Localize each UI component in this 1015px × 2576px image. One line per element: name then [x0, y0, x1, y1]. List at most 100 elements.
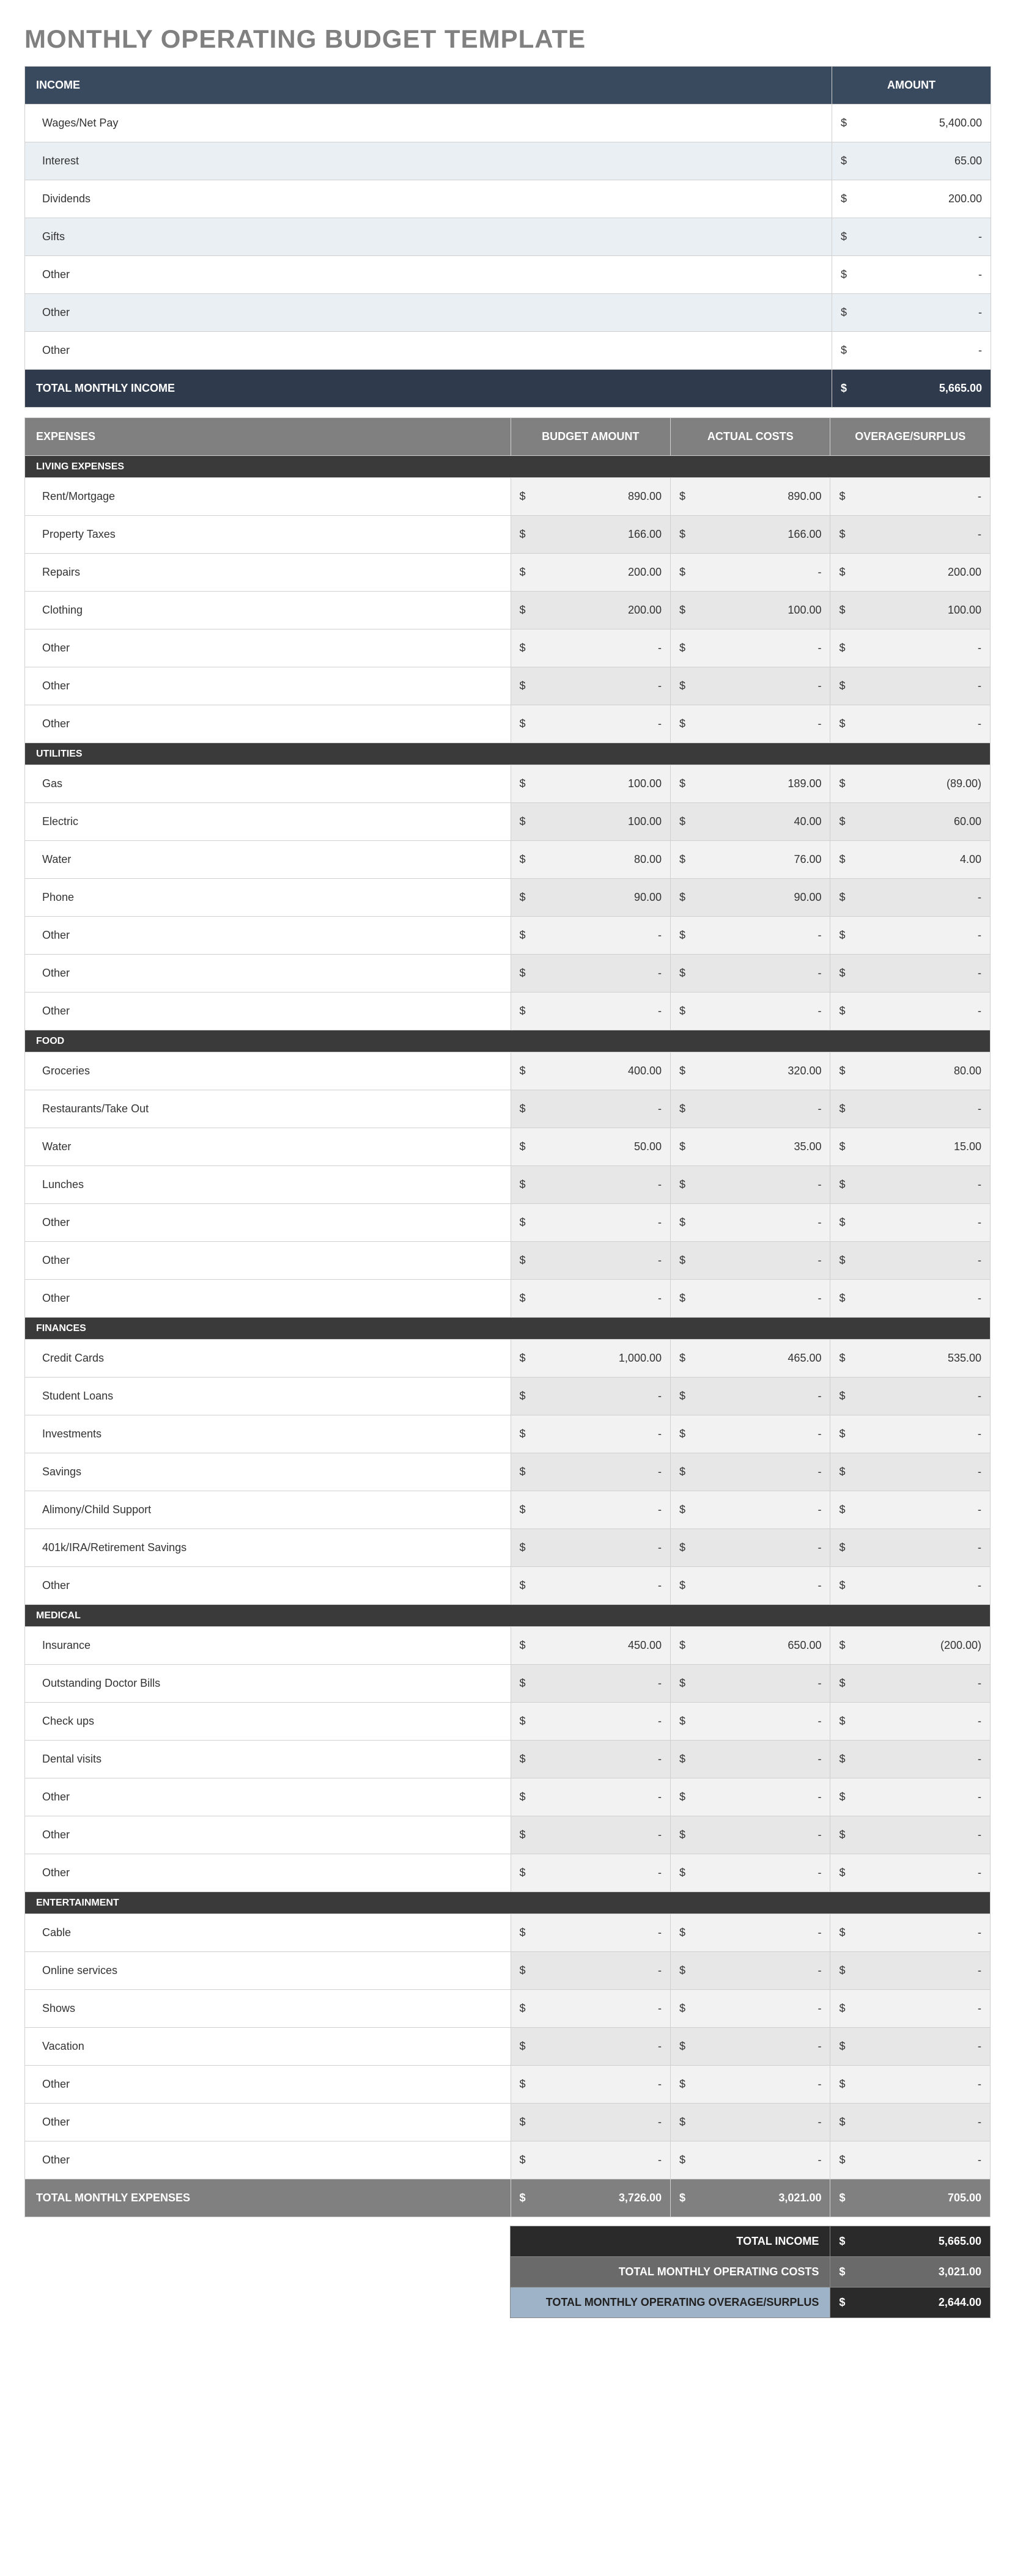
expense-budget-cell[interactable]: $-	[511, 1567, 670, 1605]
expense-budget-cell[interactable]: $-	[511, 1453, 670, 1491]
expense-actual-cell[interactable]: $-	[671, 1378, 830, 1415]
income-row-amount[interactable]: $-	[832, 332, 991, 370]
expense-budget-cell[interactable]: $-	[511, 705, 670, 743]
expense-budget-cell[interactable]: $-	[511, 2028, 670, 2066]
expense-actual-cell[interactable]: $-	[671, 917, 830, 955]
expense-actual-cell[interactable]: $166.00	[671, 516, 830, 554]
income-row-amount[interactable]: $5,400.00	[832, 105, 991, 142]
expense-actual-cell[interactable]: $90.00	[671, 879, 830, 917]
expense-overage-cell: $-	[830, 1854, 991, 1892]
expense-overage-cell: $200.00	[830, 554, 991, 592]
income-row-amount[interactable]: $-	[832, 256, 991, 294]
expense-row: Other$-$-$-	[25, 705, 991, 743]
expense-actual-cell[interactable]: $35.00	[671, 1128, 830, 1166]
expense-actual-cell[interactable]: $-	[671, 1778, 830, 1816]
expense-budget-cell[interactable]: $-	[511, 1529, 670, 1567]
expense-budget-cell[interactable]: $50.00	[511, 1128, 670, 1166]
expense-budget-cell[interactable]: $450.00	[511, 1627, 670, 1665]
expense-actual-cell[interactable]: $-	[671, 1166, 830, 1204]
expense-budget-cell[interactable]: $-	[511, 1854, 670, 1892]
expense-actual-cell[interactable]: $-	[671, 1567, 830, 1605]
expense-budget-cell[interactable]: $-	[511, 1741, 670, 1778]
expense-budget-cell[interactable]: $-	[511, 1703, 670, 1741]
expense-budget-cell[interactable]: $200.00	[511, 592, 670, 629]
expense-actual-cell[interactable]: $-	[671, 554, 830, 592]
income-row-amount[interactable]: $200.00	[832, 180, 991, 218]
expense-actual-cell[interactable]: $-	[671, 1242, 830, 1280]
expense-budget-cell[interactable]: $-	[511, 1914, 670, 1952]
expense-actual-cell[interactable]: $-	[671, 1952, 830, 1990]
expense-budget-cell[interactable]: $-	[511, 2104, 670, 2141]
expense-actual-cell[interactable]: $-	[671, 2028, 830, 2066]
expense-budget-cell[interactable]: $-	[511, 1778, 670, 1816]
expense-actual-cell[interactable]: $-	[671, 1090, 830, 1128]
income-row-amount[interactable]: $-	[832, 294, 991, 332]
expense-actual-cell[interactable]: $-	[671, 1741, 830, 1778]
summary-table: TOTAL INCOME $5,665.00 TOTAL MONTHLY OPE…	[24, 2226, 991, 2318]
expense-budget-cell[interactable]: $-	[511, 1990, 670, 2028]
expense-actual-cell[interactable]: $-	[671, 1665, 830, 1703]
expense-actual-cell[interactable]: $40.00	[671, 803, 830, 841]
expense-budget-cell[interactable]: $1,000.00	[511, 1340, 670, 1378]
expense-budget-cell[interactable]: $-	[511, 917, 670, 955]
expense-budget-cell[interactable]: $-	[511, 1952, 670, 1990]
expense-actual-cell[interactable]: $76.00	[671, 841, 830, 879]
expense-budget-cell[interactable]: $-	[511, 1204, 670, 1242]
expense-row-label: Other	[25, 2104, 511, 2141]
expense-budget-cell[interactable]: $-	[511, 629, 670, 667]
expense-actual-cell[interactable]: $-	[671, 1280, 830, 1318]
expense-budget-cell[interactable]: $-	[511, 1280, 670, 1318]
expenses-total-actual: $3,021.00	[671, 2179, 830, 2217]
expense-actual-cell[interactable]: $-	[671, 955, 830, 993]
expense-actual-cell[interactable]: $-	[671, 1854, 830, 1892]
expense-actual-cell[interactable]: $100.00	[671, 592, 830, 629]
expense-actual-cell[interactable]: $-	[671, 1415, 830, 1453]
expense-budget-cell[interactable]: $-	[511, 1242, 670, 1280]
expense-budget-cell[interactable]: $100.00	[511, 803, 670, 841]
expense-budget-cell[interactable]: $-	[511, 1166, 670, 1204]
expense-budget-cell[interactable]: $890.00	[511, 478, 670, 516]
expense-budget-cell[interactable]: $-	[511, 1816, 670, 1854]
expense-actual-cell[interactable]: $890.00	[671, 478, 830, 516]
expense-budget-cell[interactable]: $-	[511, 2141, 670, 2179]
expense-actual-cell[interactable]: $189.00	[671, 765, 830, 803]
expense-budget-cell[interactable]: $-	[511, 1090, 670, 1128]
expense-actual-cell[interactable]: $-	[671, 1703, 830, 1741]
expense-actual-cell[interactable]: $-	[671, 1204, 830, 1242]
income-row-amount[interactable]: $65.00	[832, 142, 991, 180]
expense-actual-cell[interactable]: $-	[671, 993, 830, 1030]
expense-actual-cell[interactable]: $465.00	[671, 1340, 830, 1378]
expense-budget-cell[interactable]: $-	[511, 667, 670, 705]
expense-actual-cell[interactable]: $-	[671, 2104, 830, 2141]
expense-budget-cell[interactable]: $-	[511, 993, 670, 1030]
expense-budget-cell[interactable]: $400.00	[511, 1052, 670, 1090]
expense-budget-cell[interactable]: $-	[511, 1665, 670, 1703]
expense-budget-cell[interactable]: $200.00	[511, 554, 670, 592]
expense-actual-cell[interactable]: $-	[671, 1990, 830, 2028]
expense-budget-cell[interactable]: $100.00	[511, 765, 670, 803]
expense-actual-cell[interactable]: $-	[671, 1914, 830, 1952]
expense-actual-cell[interactable]: $-	[671, 2066, 830, 2104]
expense-row: Insurance$450.00$650.00$(200.00)	[25, 1627, 991, 1665]
expense-actual-cell[interactable]: $-	[671, 629, 830, 667]
expense-overage-cell: $-	[830, 993, 991, 1030]
expense-budget-cell[interactable]: $166.00	[511, 516, 670, 554]
expense-actual-cell[interactable]: $-	[671, 2141, 830, 2179]
expense-actual-cell[interactable]: $-	[671, 705, 830, 743]
expense-actual-cell[interactable]: $-	[671, 667, 830, 705]
expense-actual-cell[interactable]: $320.00	[671, 1052, 830, 1090]
expense-actual-cell[interactable]: $-	[671, 1453, 830, 1491]
expense-actual-cell[interactable]: $-	[671, 1491, 830, 1529]
expense-budget-cell[interactable]: $-	[511, 955, 670, 993]
expense-budget-cell[interactable]: $90.00	[511, 879, 670, 917]
expense-actual-cell[interactable]: $-	[671, 1529, 830, 1567]
expense-budget-cell[interactable]: $-	[511, 2066, 670, 2104]
income-row-amount[interactable]: $-	[832, 218, 991, 256]
expense-budget-cell[interactable]: $-	[511, 1415, 670, 1453]
expense-row-label: Rent/Mortgage	[25, 478, 511, 516]
expense-actual-cell[interactable]: $650.00	[671, 1627, 830, 1665]
expense-budget-cell[interactable]: $80.00	[511, 841, 670, 879]
expense-actual-cell[interactable]: $-	[671, 1816, 830, 1854]
expense-budget-cell[interactable]: $-	[511, 1491, 670, 1529]
expense-budget-cell[interactable]: $-	[511, 1378, 670, 1415]
